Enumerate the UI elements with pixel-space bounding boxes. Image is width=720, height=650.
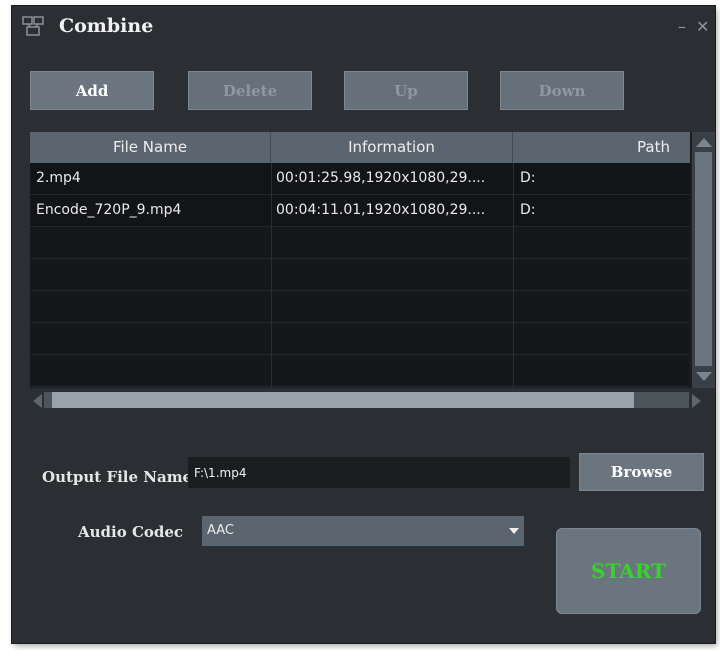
scroll-down-icon[interactable] [696, 372, 712, 381]
browse-button[interactable]: Browse [579, 453, 704, 491]
cell-file-name: 2.mp4 [36, 170, 81, 186]
combine-window: Combine – ✕ Add Delete Up Down File Name… [12, 6, 715, 643]
empty-table-row [30, 323, 690, 355]
title-bar[interactable]: Combine – ✕ [12, 6, 715, 48]
delete-button[interactable]: Delete [188, 71, 312, 110]
horizontal-scroll-thumb[interactable] [52, 392, 634, 408]
close-icon[interactable]: ✕ [696, 19, 709, 35]
cell-path: D: [520, 202, 536, 218]
start-button[interactable]: START [556, 528, 701, 614]
up-button[interactable]: Up [344, 71, 468, 110]
window-title: Combine [59, 15, 154, 37]
column-header-information[interactable]: Information [271, 132, 513, 163]
output-file-name-input[interactable] [188, 457, 570, 488]
column-header-file-name[interactable]: File Name [30, 132, 271, 163]
empty-table-row [30, 259, 690, 291]
add-button[interactable]: Add [30, 71, 154, 110]
audio-codec-label: Audio Codec [78, 523, 184, 541]
table-row[interactable]: Encode_720P_9.mp4 00:04:11.01,1920x1080,… [30, 195, 690, 227]
cell-information: 00:01:25.98,1920x1080,29.... [276, 170, 486, 186]
combine-app-icon [22, 16, 44, 36]
cell-path: D: [520, 170, 536, 186]
column-divider [271, 163, 272, 388]
vertical-scrollbar[interactable] [692, 132, 715, 388]
empty-table-row [30, 227, 690, 259]
column-header-path[interactable]: Path [513, 132, 690, 163]
table-header: File Name Information Path [30, 132, 690, 163]
table-row[interactable]: 2.mp4 00:01:25.98,1920x1080,29.... D: [30, 163, 690, 195]
cell-information: 00:04:11.01,1920x1080,29.... [276, 202, 486, 218]
audio-codec-value: AAC [207, 523, 234, 538]
scroll-left-icon[interactable] [33, 394, 42, 408]
empty-table-row [30, 355, 690, 387]
file-table: File Name Information Path 2.mp4 00:01:2… [30, 132, 715, 410]
column-divider [513, 163, 514, 388]
vertical-scroll-thumb[interactable] [695, 152, 712, 366]
down-button[interactable]: Down [500, 71, 624, 110]
output-file-name-label: Output File Name [42, 468, 193, 486]
audio-codec-select[interactable]: AAC [202, 516, 524, 546]
cell-file-name: Encode_720P_9.mp4 [36, 202, 182, 218]
scroll-right-icon[interactable] [692, 394, 701, 408]
minimize-icon[interactable]: – [678, 19, 686, 35]
empty-table-row [30, 291, 690, 323]
table-body: 2.mp4 00:01:25.98,1920x1080,29.... D: En… [30, 163, 690, 388]
scroll-up-icon[interactable] [696, 138, 712, 147]
horizontal-scrollbar[interactable] [30, 388, 715, 410]
chevron-down-icon[interactable] [509, 528, 519, 534]
